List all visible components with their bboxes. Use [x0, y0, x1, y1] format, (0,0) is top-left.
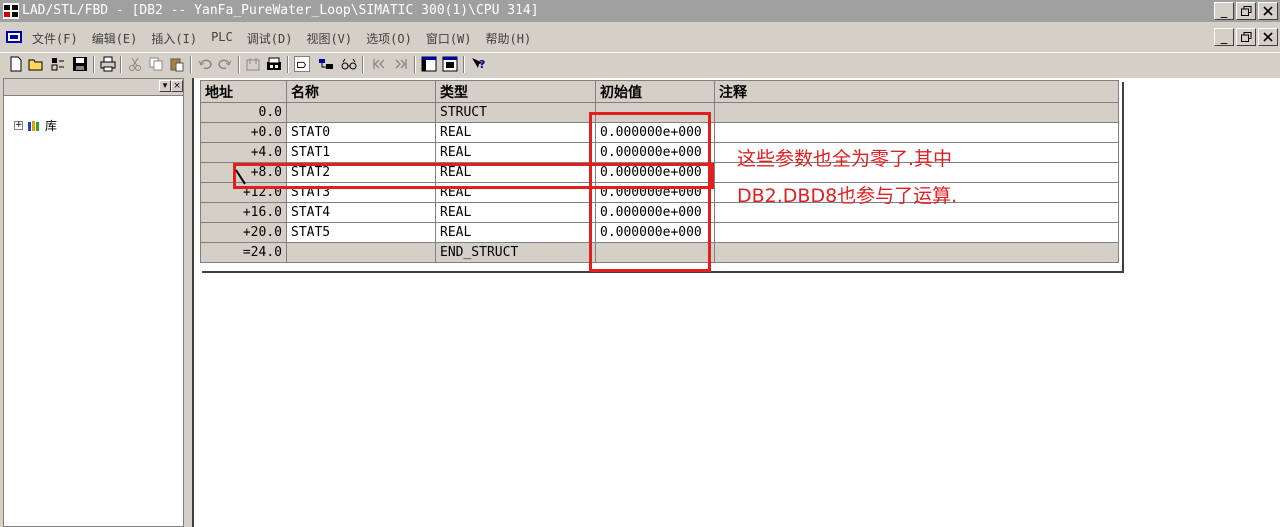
annotation-highlight-stat2-row: [233, 163, 714, 189]
catalog-panel-header: ▾ ×: [4, 79, 183, 96]
cell-name[interactable]: STAT5: [286, 222, 436, 243]
cell-type[interactable]: STRUCT: [435, 102, 596, 123]
col-initial-header[interactable]: 初始值: [595, 80, 715, 103]
svg-text:?: ?: [479, 58, 485, 71]
undo-icon[interactable]: [197, 56, 213, 72]
menu-options[interactable]: 选项(O): [366, 30, 412, 47]
panel-dropdown-button[interactable]: ▾: [159, 80, 171, 92]
annotation-text-line2: DB2.DBD8也参与了运算.: [737, 185, 958, 207]
toolbar-separator: [414, 56, 416, 73]
close-icon: [1263, 32, 1273, 42]
child-minimize-button[interactable]: _: [1214, 28, 1234, 46]
cell-name[interactable]: STAT4: [286, 202, 436, 223]
window-title: LAD/STL/FBD - [DB2 -- YanFa_PureWater_Lo…: [22, 3, 539, 18]
cell-address: +0.0: [200, 122, 287, 143]
app-icon: [3, 3, 19, 19]
close-icon: [1263, 6, 1273, 16]
cell-name[interactable]: STAT1: [286, 142, 436, 163]
cell-address: +4.0: [200, 142, 287, 163]
cell-comment[interactable]: [714, 242, 1119, 263]
toolbar: ?: [0, 52, 1280, 76]
menu-edit[interactable]: 编辑(E): [92, 30, 138, 47]
cell-address: =24.0: [200, 242, 287, 263]
cell-type[interactable]: END_STRUCT: [435, 242, 596, 263]
title-bar: LAD/STL/FBD - [DB2 -- YanFa_PureWater_Lo…: [0, 0, 1280, 22]
window-controls: _: [1214, 2, 1278, 20]
text-cursor-icon: [235, 169, 246, 185]
restore-icon: [1240, 6, 1251, 16]
document-icon: [6, 31, 22, 43]
child-window-controls: _: [1214, 28, 1278, 46]
cell-name[interactable]: [286, 242, 436, 263]
glasses-icon[interactable]: [341, 56, 357, 72]
open-icon[interactable]: [28, 56, 44, 72]
menu-plc[interactable]: PLC: [211, 30, 233, 47]
menu-items: 文件(F) 编辑(E) 插入(I) PLC 调试(D) 视图(V) 选项(O) …: [32, 30, 531, 47]
redo-icon[interactable]: [217, 56, 233, 72]
child-restore-button[interactable]: [1236, 28, 1256, 46]
toolbar-separator: [120, 56, 122, 73]
library-icon: [28, 120, 39, 131]
monitor-icon[interactable]: [266, 56, 282, 72]
cell-type[interactable]: REAL: [435, 142, 596, 163]
col-name-header[interactable]: 名称: [286, 80, 436, 103]
new-icon[interactable]: [8, 56, 24, 72]
menu-view[interactable]: 视图(V): [306, 30, 352, 47]
annotation-text-line1: 这些参数也全为零了.其中: [737, 148, 953, 170]
restore-button[interactable]: [1236, 2, 1256, 20]
cell-name[interactable]: [286, 102, 436, 123]
toolbar-separator: [93, 56, 95, 73]
cell-type[interactable]: REAL: [435, 122, 596, 143]
paste-icon[interactable]: [169, 56, 185, 72]
print-icon[interactable]: [100, 56, 116, 72]
close-button[interactable]: [1258, 2, 1278, 20]
cell-address: +16.0: [200, 202, 287, 223]
save-icon[interactable]: [72, 56, 88, 72]
cell-name[interactable]: STAT0: [286, 122, 436, 143]
col-address-header[interactable]: 地址: [200, 80, 287, 103]
accessible-nodes-icon[interactable]: [50, 56, 66, 72]
minimize-button[interactable]: _: [1214, 2, 1234, 20]
cell-comment[interactable]: [714, 102, 1119, 123]
menu-help[interactable]: 帮助(H): [486, 30, 532, 47]
cell-comment[interactable]: [714, 222, 1119, 243]
expand-icon[interactable]: +: [14, 121, 23, 130]
col-comment-header[interactable]: 注释: [714, 80, 1119, 103]
load-icon[interactable]: [245, 56, 261, 72]
menu-debug[interactable]: 调试(D): [247, 30, 293, 47]
cell-type[interactable]: REAL: [435, 222, 596, 243]
toolbar-separator: [463, 56, 465, 73]
copy-icon[interactable]: [148, 56, 164, 72]
cut-icon[interactable]: [127, 56, 143, 72]
help-icon[interactable]: ?: [470, 56, 486, 72]
zoom-icon[interactable]: [442, 56, 458, 72]
menu-file[interactable]: 文件(F): [32, 30, 78, 47]
toolbar-separator: [287, 56, 289, 73]
catalog-panel: ▾ × + 库: [3, 78, 184, 527]
restore-icon: [1240, 32, 1251, 42]
panel-close-button[interactable]: ×: [171, 80, 183, 92]
declaration-view-icon[interactable]: [294, 56, 310, 72]
menu-insert[interactable]: 插入(I): [151, 30, 197, 47]
child-close-button[interactable]: [1258, 28, 1278, 46]
menu-window[interactable]: 窗口(W): [426, 30, 472, 47]
cell-address: +20.0: [200, 222, 287, 243]
menu-bar: 文件(F) 编辑(E) 插入(I) PLC 调试(D) 视图(V) 选项(O) …: [0, 22, 1280, 52]
overview-icon[interactable]: [421, 56, 437, 72]
tree-item-library[interactable]: + 库: [14, 117, 57, 134]
table-header-row: 地址 名称 类型 初始值 注释: [200, 80, 1119, 103]
col-type-header[interactable]: 类型: [435, 80, 596, 103]
toolbar-separator: [238, 56, 240, 73]
toolbar-separator: [362, 56, 364, 73]
cell-comment[interactable]: [714, 122, 1119, 143]
breakpoint-icon[interactable]: [370, 56, 410, 72]
cell-address: 0.0: [200, 102, 287, 123]
annotation-highlight-initial-column: [589, 112, 711, 272]
tree-item-label: 库: [45, 119, 58, 133]
toolbar-separator: [190, 56, 192, 73]
cell-type[interactable]: REAL: [435, 202, 596, 223]
data-view-icon[interactable]: [318, 56, 334, 72]
